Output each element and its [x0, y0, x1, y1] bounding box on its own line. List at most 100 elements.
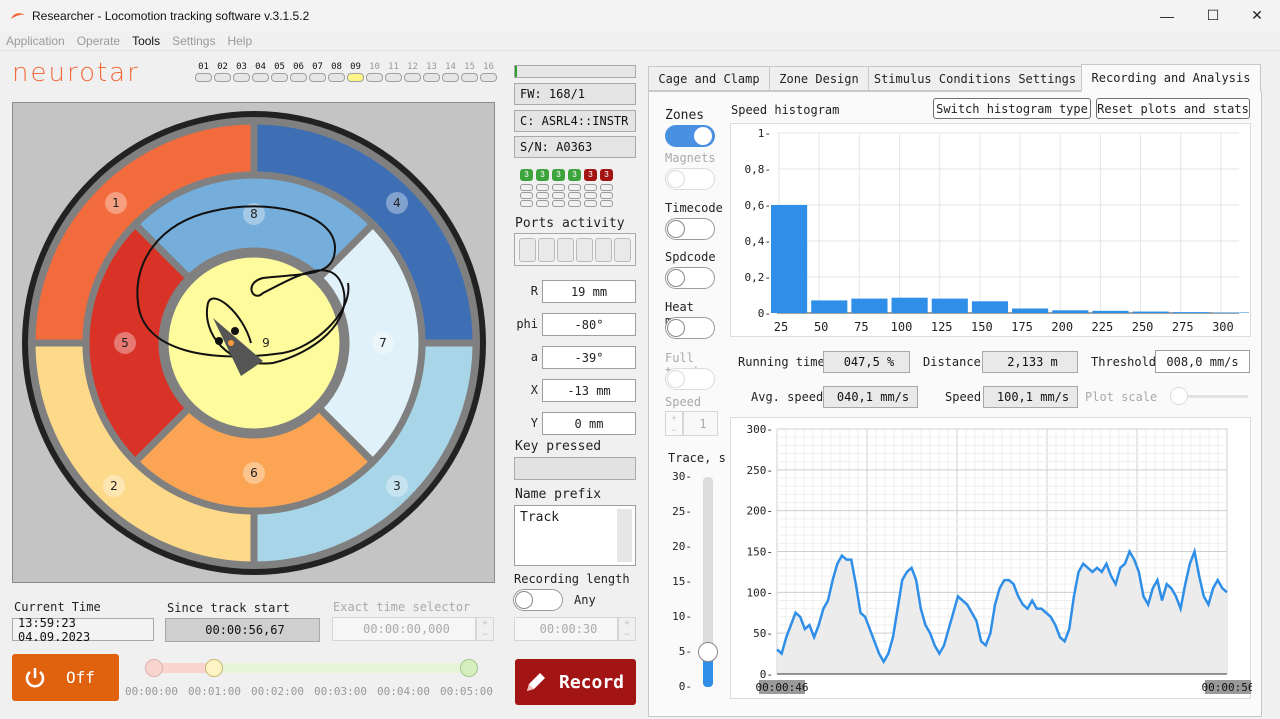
- histogram-bar: [851, 298, 888, 313]
- port-slot: [614, 237, 631, 262]
- histogram-bar: [1012, 308, 1049, 313]
- recording-length-input[interactable]: 00:00:30: [514, 617, 618, 641]
- channel-indicator: [214, 73, 231, 82]
- histogram-y-tick: 0,4-: [745, 235, 772, 248]
- avg-speed-label: Avg. speed: [751, 390, 824, 404]
- threshold-input[interactable]: 008,0 mm/s: [1155, 350, 1250, 373]
- timeline-end-handle[interactable]: [460, 659, 478, 677]
- recording-length-toggle[interactable]: [513, 589, 563, 611]
- timeline-position-handle[interactable]: [205, 659, 223, 677]
- toggle-knob: [667, 370, 685, 388]
- port-slot: [519, 237, 536, 262]
- menu-operate[interactable]: Operate: [77, 34, 120, 48]
- signal-bar: [514, 65, 636, 78]
- plot-scale-handle[interactable]: [1170, 387, 1188, 405]
- channel-08[interactable]: 08: [328, 62, 345, 82]
- recording-length-any-label: Any: [574, 593, 596, 607]
- record-button[interactable]: Record: [515, 659, 636, 705]
- channel-09[interactable]: 09: [347, 62, 364, 82]
- tab-recording-and-analysis[interactable]: Recording and Analysis: [1081, 64, 1261, 92]
- power-off-button[interactable]: Off: [12, 654, 119, 701]
- name-prefix-scrollbar[interactable]: [617, 509, 632, 562]
- channel-01[interactable]: 01: [195, 62, 212, 82]
- maximize-button[interactable]: ☐: [1190, 0, 1236, 31]
- channel-05[interactable]: 05: [271, 62, 288, 82]
- spdcode-toggle[interactable]: [665, 267, 715, 289]
- trace-slider-handle[interactable]: [698, 642, 718, 662]
- timecode-toggle[interactable]: [665, 218, 715, 240]
- coord-value-phi: -80°: [542, 313, 636, 336]
- channel-label: 15: [464, 62, 475, 72]
- channel-03[interactable]: 03: [233, 62, 250, 82]
- trace-tick: 0-: [678, 680, 692, 693]
- channel-13[interactable]: 13: [423, 62, 440, 82]
- channel-07[interactable]: 07: [309, 62, 326, 82]
- arena-view[interactable]: 1 2 3 4 5 6 7 8 9: [12, 102, 495, 583]
- channel-label: 06: [293, 62, 304, 72]
- full-track-toggle[interactable]: [665, 368, 715, 390]
- menu-help[interactable]: Help: [227, 34, 252, 48]
- tab-stimulus-conditions[interactable]: Stimulus Conditions Settings: [868, 66, 1082, 91]
- histogram-y-tick: 0,2-: [745, 271, 772, 284]
- since-start-field: 00:00:56,67: [165, 618, 320, 642]
- trace-y-tick: 200-: [747, 505, 774, 518]
- channel-label: 10: [369, 62, 380, 72]
- logo: neurotar: [12, 58, 140, 88]
- histogram-bar: [811, 300, 848, 313]
- channel-11[interactable]: 11: [385, 62, 402, 82]
- channel-indicator: [442, 73, 459, 82]
- channel-04[interactable]: 04: [252, 62, 269, 82]
- since-start-label: Since track start: [167, 601, 290, 615]
- port-led: 3: [568, 169, 581, 181]
- spdcode-label: Spdcode: [665, 250, 716, 264]
- channel-label: 11: [388, 62, 399, 72]
- channel-06[interactable]: 06: [290, 62, 307, 82]
- port-slot-indicator: [600, 192, 613, 199]
- channel-12[interactable]: 12: [404, 62, 421, 82]
- timeline-start-handle[interactable]: [145, 659, 163, 677]
- zone-label-6: 6: [250, 466, 258, 480]
- timeline-track[interactable]: [150, 663, 470, 673]
- speed-stat-field: 100,1 mm/s: [983, 386, 1078, 408]
- exact-time-spinner[interactable]: + −: [476, 617, 494, 641]
- magnets-label: Magnets: [665, 151, 716, 165]
- channel-16[interactable]: 16: [480, 62, 497, 82]
- menu-tools[interactable]: Tools: [132, 34, 160, 48]
- speed-spinner[interactable]: + −: [665, 411, 683, 436]
- minimize-button[interactable]: —: [1144, 0, 1190, 31]
- trace-tick: 10-: [672, 610, 692, 623]
- menu-application[interactable]: Application: [6, 34, 65, 48]
- port-slot-indicator: [520, 200, 533, 207]
- switch-histogram-button[interactable]: Switch histogram type: [933, 98, 1091, 119]
- channel-indicator: [423, 73, 440, 82]
- menu-settings[interactable]: Settings: [172, 34, 215, 48]
- menu-bar: Application Operate Tools Settings Help: [0, 31, 1280, 51]
- close-button[interactable]: ✕: [1234, 0, 1280, 31]
- exact-time-input[interactable]: 00:00:00,000: [332, 617, 476, 641]
- off-label: Off: [66, 668, 95, 687]
- trace-tick: 25-: [672, 505, 692, 518]
- port-slot: [557, 237, 574, 262]
- zone-label-4: 4: [393, 196, 401, 210]
- coord-label-x: X: [530, 383, 538, 397]
- zones-toggle[interactable]: [665, 125, 715, 147]
- channel-15[interactable]: 15: [461, 62, 478, 82]
- channel-indicator: [347, 73, 364, 82]
- channel-10[interactable]: 10: [366, 62, 383, 82]
- name-prefix-input[interactable]: Track: [514, 505, 636, 566]
- toggle-knob: [667, 269, 685, 287]
- magnets-toggle[interactable]: [665, 168, 715, 190]
- channel-indicator: [480, 73, 497, 82]
- heat-map-toggle[interactable]: [665, 317, 715, 339]
- reset-plots-button[interactable]: Reset plots and stats: [1096, 98, 1250, 119]
- channel-02[interactable]: 02: [214, 62, 231, 82]
- tab-cage-and-clamp[interactable]: Cage and Clamp: [648, 66, 770, 91]
- recording-length-spinner[interactable]: + −: [618, 617, 636, 641]
- coord-label-y: Y: [530, 416, 538, 430]
- port-led: 3: [584, 169, 597, 181]
- channel-14[interactable]: 14: [442, 62, 459, 82]
- tab-zone-design[interactable]: Zone Design: [769, 66, 869, 91]
- trace-tick: 20-: [672, 540, 692, 553]
- speed-input[interactable]: 1: [683, 411, 718, 436]
- histogram-bar: [1052, 310, 1089, 313]
